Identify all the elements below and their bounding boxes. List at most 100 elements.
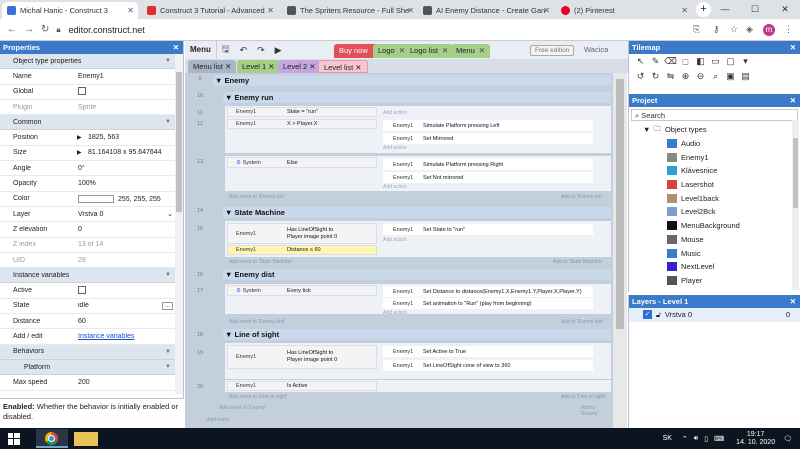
close-icon[interactable]: ✕ (267, 6, 274, 15)
browser-tab-construct[interactable]: Michal Hanic - Construct 3 ✕ (2, 2, 138, 19)
close-icon[interactable]: ✕ (681, 6, 688, 15)
action-set-mirrored[interactable]: Enemy1 Set Mirrored (383, 133, 593, 144)
chevron-down-icon[interactable]: ▼ (165, 349, 171, 355)
play-icon[interactable]: ▶ (275, 45, 282, 56)
eraser-icon[interactable]: ⌫ (663, 56, 678, 67)
folder-object-types[interactable]: ▼ 🗀︎ Object types (629, 123, 800, 137)
condition-distance[interactable]: Enemy1 Distance ≤ 60 (227, 245, 377, 255)
property-section[interactable]: Object type properties ▼ (0, 54, 183, 70)
rotate-left-icon[interactable]: ↺ (633, 71, 648, 82)
avatar[interactable]: m (763, 24, 775, 36)
property-section[interactable]: Platform ▼ (0, 359, 183, 376)
property-value[interactable]: 0 (78, 226, 82, 233)
expand-arrow-icon[interactable]: ▶ (77, 149, 82, 156)
chrome-taskbar-button[interactable] (36, 429, 68, 448)
user-name[interactable]: Wacica (584, 45, 608, 54)
scroll-thumb[interactable] (616, 79, 624, 329)
more-icon[interactable]: ▾ (738, 56, 753, 67)
project-item[interactable]: Level1back (629, 191, 800, 205)
rotate-right-icon[interactable]: ↻ (648, 71, 663, 82)
add-event-link[interactable]: Add event to 'Line of sight' (229, 394, 287, 400)
condition-state-run[interactable]: Enemy1 State = "run" (227, 107, 377, 117)
color-swatch[interactable] (78, 194, 114, 203)
property-section[interactable]: Instance variables ▼ (0, 268, 183, 284)
close-icon[interactable]: ✕ (790, 94, 796, 107)
flip-icon[interactable]: ⇋ (663, 71, 678, 82)
event-sheet-scrollbar[interactable] (613, 73, 627, 428)
project-scrollbar[interactable] (792, 120, 799, 290)
add-event-link[interactable]: Add event to 'Enemy' (219, 405, 266, 411)
tab-menu-list[interactable]: Menu list ✕ (188, 60, 237, 73)
group-enemy[interactable]: ▼ Enemy (213, 75, 611, 86)
square-icon[interactable]: □ (678, 57, 693, 67)
project-item[interactable]: Enemy1 (629, 150, 800, 164)
project-item[interactable]: Klávesnice (629, 164, 800, 178)
project-item[interactable]: Music (629, 246, 800, 260)
action-set-distance[interactable]: Enemy1 Set Distance to distance(Enemy1.X,… (383, 286, 593, 297)
rect-fill-icon[interactable]: ▭ (708, 56, 723, 67)
chevron-down-icon[interactable]: ▼ (165, 364, 171, 370)
reload-icon[interactable]: ↻ (41, 24, 49, 35)
search-input[interactable]: ⌕ Search (631, 109, 798, 121)
free-edition-badge[interactable]: Free edition (530, 45, 575, 56)
project-item[interactable]: MenuBackground (629, 219, 800, 233)
windows-start-icon[interactable] (8, 433, 20, 445)
chevron-down-icon[interactable]: ▼ (643, 125, 650, 134)
action-set-animation[interactable]: Enemy1 Set animation to "Run" (play from … (383, 298, 593, 309)
tab-level-2[interactable]: Level 2 ✕ (278, 60, 321, 73)
property-value[interactable]: Vrstva 0 (78, 211, 103, 218)
property-value[interactable]: 1825, 563 (88, 134, 119, 141)
scroll-thumb[interactable] (176, 72, 182, 212)
add-to-link[interactable]: Add to 'Enemy' (581, 405, 613, 417)
add-to-link[interactable]: Add to 'Enemy run' (561, 194, 603, 200)
properties-scrollbar[interactable] (175, 54, 183, 394)
tab-level-list[interactable]: Level list ✕ (318, 60, 368, 73)
close-icon[interactable]: ✕ (127, 6, 134, 15)
rect-icon[interactable]: ▢ (723, 56, 738, 67)
file-explorer-icon[interactable] (74, 432, 98, 446)
event-sheet[interactable]: 9 ▼ Enemy 10 ▼ Enemy run 11 12 Enemy1 Sta… (185, 73, 613, 428)
forward-icon[interactable]: → (24, 24, 34, 35)
property-value[interactable]: 28 (78, 257, 86, 264)
back-icon[interactable]: ← (7, 24, 17, 35)
condition-has-los[interactable]: Enemy1 Has LineOfSight to Player image po… (227, 223, 377, 244)
add-action-link[interactable]: Add action (383, 110, 407, 116)
add-action-link[interactable]: Add action (383, 184, 407, 190)
main-menu-button[interactable]: Menu (185, 41, 217, 59)
close-icon[interactable]: ✕ (543, 6, 550, 15)
add-action-link[interactable]: Add action (383, 237, 407, 243)
project-item[interactable]: Mouse (629, 233, 800, 247)
project-item[interactable]: Player (629, 274, 800, 288)
bookmark-star-icon[interactable]: ☆ (730, 24, 738, 35)
extension-icon[interactable]: ◈ (746, 24, 753, 35)
close-icon[interactable]: ✕ (225, 62, 231, 71)
url-field[interactable]: editor.construct.net (69, 25, 145, 35)
property-section[interactable]: Common ▼ (0, 115, 183, 131)
action-set-cone[interactable]: Enemy1 Set LineOfSight cone of view to 36… (383, 360, 593, 371)
project-item[interactable]: Lasershot (629, 178, 800, 192)
key-icon[interactable]: ⚷ (713, 24, 720, 35)
search-icon[interactable]: ⌕ (708, 71, 723, 82)
chevron-down-icon[interactable]: ▼ (165, 58, 171, 64)
condition-every-tick[interactable]: ⚙ System Every tick (227, 285, 377, 296)
add-event-link[interactable]: Add event to 'State Machine' (229, 259, 292, 265)
close-icon[interactable]: ✕ (479, 46, 485, 55)
browser-tab-ai-enemy[interactable]: AI Enemy Distance - Create Gan ✕ (418, 2, 554, 19)
close-window-icon[interactable]: ✕ (770, 0, 800, 19)
minimize-icon[interactable]: — (710, 0, 740, 19)
close-icon[interactable]: ✕ (407, 6, 414, 15)
property-value[interactable]: 0° (78, 165, 85, 172)
close-icon[interactable]: ✕ (355, 63, 361, 72)
add-action-link[interactable]: Add action (383, 145, 407, 151)
close-icon[interactable]: ✕ (173, 41, 179, 54)
action-simulate-left[interactable]: Enemy1 Simulate Platform pressing Left (383, 120, 593, 131)
fill-icon[interactable]: ◧ (693, 56, 708, 67)
ellipsis-button[interactable]: ... (161, 301, 173, 310)
tab-logo-list[interactable]: Logo list ✕ (405, 44, 454, 58)
more-menu-icon[interactable]: ⋮ (784, 24, 793, 35)
action-set-not-mirrored[interactable]: Enemy1 Set Not mirrored (383, 172, 593, 183)
condition-else[interactable]: ⚙ System Else (227, 157, 377, 168)
scroll-thumb[interactable] (793, 138, 798, 208)
close-icon[interactable]: ✕ (790, 41, 796, 54)
property-section[interactable]: Behaviors ▼ (0, 344, 183, 360)
